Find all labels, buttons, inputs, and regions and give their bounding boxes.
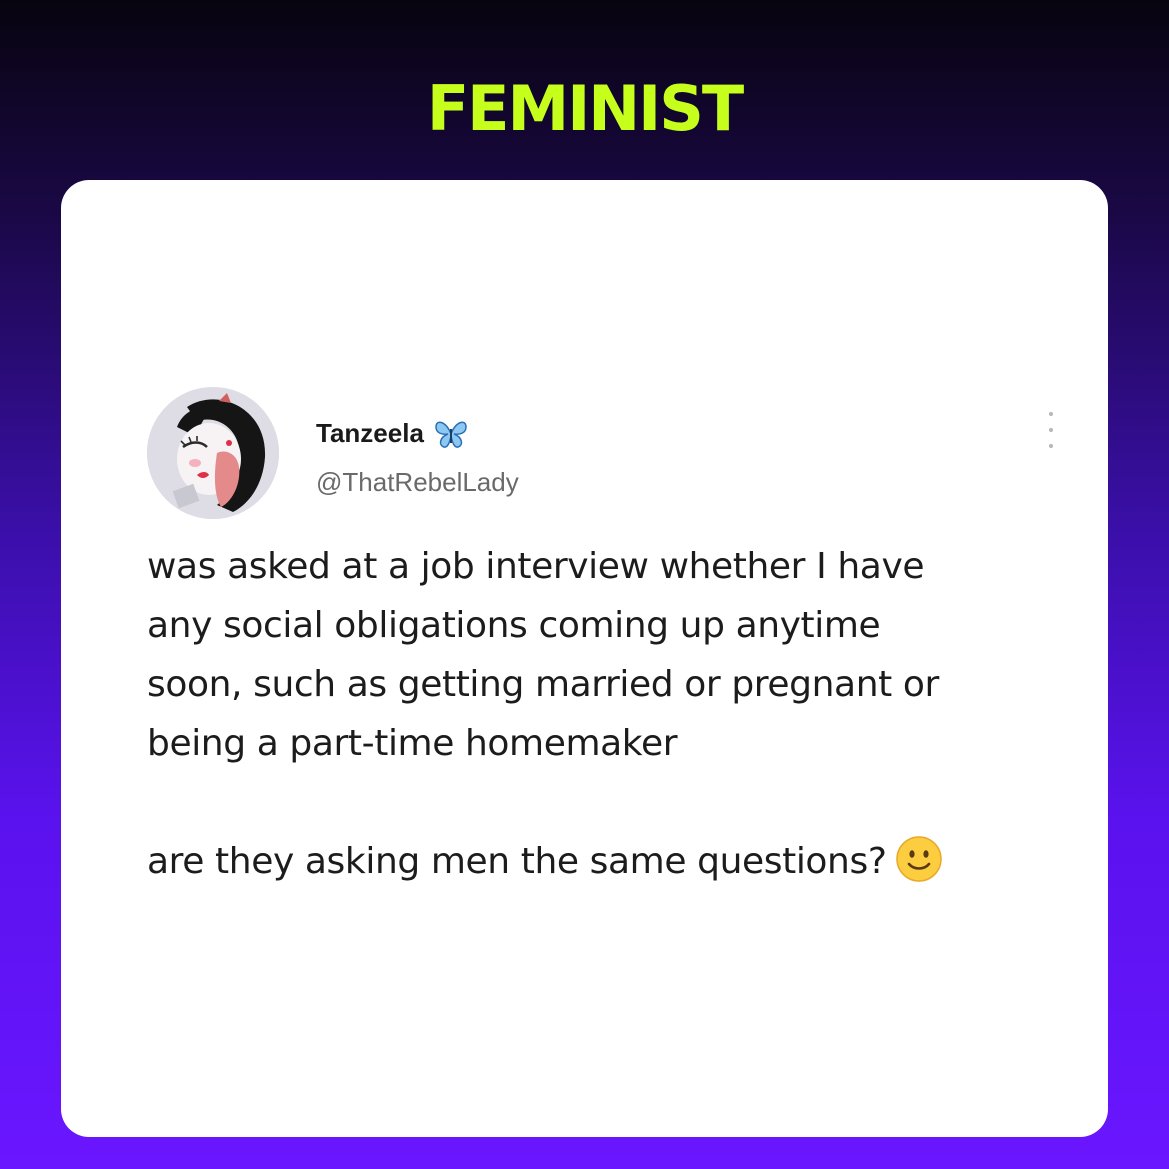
tweet-line: soon, such as getting married or pregnan… [147,664,939,705]
headline: FEMINIST [426,72,744,145]
tweet-line: any social obligations coming up anytime [147,605,881,646]
author-name[interactable]: Tanzeela [316,418,424,449]
tweet-question: are they asking men the same questions? [147,841,887,882]
tweet-line: was asked at a job interview whether I h… [147,546,925,587]
avatar[interactable] [147,387,279,519]
author-row: Tanzeela [316,418,468,449]
tweet-line: being a part-time homemaker [147,723,678,764]
more-options-icon[interactable] [1036,412,1066,448]
avatar-illustration [147,387,279,519]
tweet-card: Tanzeela @ThatRebelLady was asked at a j… [61,180,1108,1137]
slightly-smiling-face-icon [895,835,943,883]
author-handle[interactable]: @ThatRebelLady [316,467,519,498]
butterfly-icon [434,419,468,449]
tweet-text: was asked at a job interview whether I h… [147,537,1067,891]
tweet-paragraph: are they asking men the same questions? [147,832,1067,891]
